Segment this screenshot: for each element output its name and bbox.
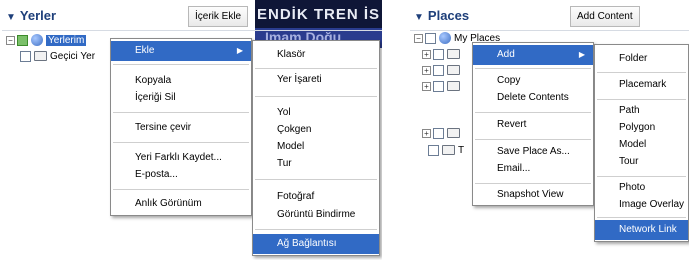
tree-item-my-places[interactable]: − Yerlerim bbox=[6, 33, 87, 48]
tree-item-folder[interactable]: + bbox=[422, 79, 463, 94]
submenu-item-network-link[interactable]: Network Link bbox=[595, 220, 688, 240]
folder-icon bbox=[447, 65, 460, 76]
collapse-triangle-icon[interactable]: ▼ bbox=[414, 12, 424, 23]
context-menu: Ekle ▶ Kopyala İçeriği Sil Tersine çevir … bbox=[110, 38, 252, 216]
globe-icon bbox=[31, 34, 43, 47]
add-submenu: Klasör Yer İşareti Yol Çokgen Model Tur … bbox=[252, 40, 380, 256]
places-panel-turkish: ▼ Yerler İçerik Ekle ENDİK TREN İS Imam D… bbox=[0, 0, 382, 260]
collapse-triangle-icon[interactable]: ▼ bbox=[6, 12, 16, 23]
places-title[interactable]: ▼ Places bbox=[414, 8, 469, 23]
menu-item-label: Ekle bbox=[135, 45, 155, 56]
add-content-button[interactable]: Add Content bbox=[570, 6, 640, 27]
submenu-arrow-icon: ▶ bbox=[578, 50, 585, 59]
menu-separator bbox=[597, 99, 686, 100]
menu-separator bbox=[113, 64, 249, 65]
submenu-arrow-icon: ▶ bbox=[236, 46, 243, 55]
menu-item-add[interactable]: Add ▶ bbox=[473, 45, 593, 65]
menu-item-revert[interactable]: Tersine çevir bbox=[111, 118, 251, 138]
tree-item-label: Geçici Yer bbox=[50, 51, 96, 62]
submenu-item-photo[interactable]: Fotoğraf bbox=[253, 187, 379, 207]
expand-icon[interactable]: + bbox=[422, 65, 431, 75]
menu-item-email[interactable]: Email... bbox=[473, 159, 593, 179]
places-title-label: Places bbox=[427, 8, 470, 23]
menu-item-snapshot-view[interactable]: Anlık Görünüm bbox=[111, 194, 251, 214]
add-submenu: Folder Placemark Path Polygon Model Tour… bbox=[594, 44, 689, 242]
menu-separator bbox=[475, 139, 591, 140]
expand-icon[interactable]: + bbox=[422, 128, 431, 138]
add-content-button[interactable]: İçerik Ekle bbox=[188, 6, 249, 27]
submenu-item-image-overlay[interactable]: Image Overlay bbox=[595, 195, 688, 215]
tree-item-folder[interactable]: + bbox=[422, 63, 463, 78]
menu-separator bbox=[475, 112, 591, 113]
checkbox[interactable] bbox=[20, 50, 31, 62]
map-label-text: ENDİK TREN İS bbox=[257, 6, 381, 23]
tree-item-temporary-places[interactable]: Geçici Yer bbox=[20, 49, 95, 64]
menu-separator bbox=[113, 189, 249, 190]
places-panel-english: ▼ Places Add Content − My Places + + + + T… bbox=[408, 0, 689, 260]
folder-icon bbox=[34, 51, 47, 62]
tree-item-label: T bbox=[458, 145, 465, 156]
checkbox[interactable] bbox=[433, 64, 444, 76]
tree-item-label: Yerlerim bbox=[46, 35, 87, 46]
folder-icon bbox=[447, 128, 460, 139]
places-title[interactable]: ▼ Yerler bbox=[6, 8, 56, 23]
folder-icon bbox=[442, 145, 455, 156]
submenu-item-tour[interactable]: Tour bbox=[595, 152, 688, 172]
menu-separator bbox=[113, 112, 249, 113]
tree-item-folder[interactable]: + bbox=[422, 126, 463, 141]
menu-separator bbox=[113, 142, 249, 143]
expand-icon[interactable]: + bbox=[422, 49, 431, 59]
menu-separator bbox=[255, 68, 377, 69]
menu-item-delete-contents[interactable]: Delete Contents bbox=[473, 88, 593, 108]
checkbox[interactable] bbox=[17, 34, 28, 46]
menu-separator bbox=[255, 96, 377, 97]
menu-item-add[interactable]: Ekle ▶ bbox=[111, 41, 251, 61]
menu-separator bbox=[597, 72, 686, 73]
menu-item-snapshot-view[interactable]: Snapshot View bbox=[473, 185, 593, 205]
menu-item-label: Add bbox=[497, 49, 515, 60]
menu-separator bbox=[597, 176, 686, 177]
submenu-item-folder[interactable]: Klasör bbox=[253, 45, 379, 65]
expand-icon[interactable]: + bbox=[422, 81, 431, 91]
submenu-item-placemark[interactable]: Yer İşareti bbox=[253, 70, 379, 90]
folder-icon bbox=[447, 81, 460, 92]
menu-item-revert[interactable]: Revert bbox=[473, 115, 593, 135]
checkbox[interactable] bbox=[433, 127, 444, 139]
menu-separator bbox=[475, 183, 591, 184]
places-title-label: Yerler bbox=[19, 8, 57, 23]
submenu-item-network-link[interactable]: Ağ Bağlantısı bbox=[253, 234, 379, 254]
menu-item-email[interactable]: E-posta... bbox=[111, 165, 251, 185]
folder-icon bbox=[447, 49, 460, 60]
expand-icon[interactable]: − bbox=[6, 35, 15, 45]
expand-icon[interactable]: − bbox=[414, 33, 423, 43]
tree-item-temporary-places[interactable]: T bbox=[428, 143, 464, 158]
menu-separator bbox=[597, 217, 686, 218]
submenu-item-image-overlay[interactable]: Görüntü Bindirme bbox=[253, 205, 379, 225]
submenu-item-placemark[interactable]: Placemark bbox=[595, 75, 688, 95]
checkbox[interactable] bbox=[433, 48, 444, 60]
tree-item-folder[interactable]: + bbox=[422, 47, 463, 62]
menu-item-delete-contents[interactable]: İçeriği Sil bbox=[111, 88, 251, 108]
submenu-item-folder[interactable]: Folder bbox=[595, 49, 688, 69]
context-menu: Add ▶ Copy Delete Contents Revert Save Pl… bbox=[472, 42, 594, 206]
submenu-item-tour[interactable]: Tur bbox=[253, 154, 379, 174]
checkbox[interactable] bbox=[428, 144, 439, 156]
menu-separator bbox=[255, 229, 377, 230]
menu-separator bbox=[475, 68, 591, 69]
globe-icon bbox=[439, 32, 451, 45]
checkbox[interactable] bbox=[425, 32, 436, 44]
checkbox[interactable] bbox=[433, 80, 444, 92]
places-header: ▼ Places Add Content bbox=[408, 6, 689, 28]
menu-separator bbox=[255, 179, 377, 180]
